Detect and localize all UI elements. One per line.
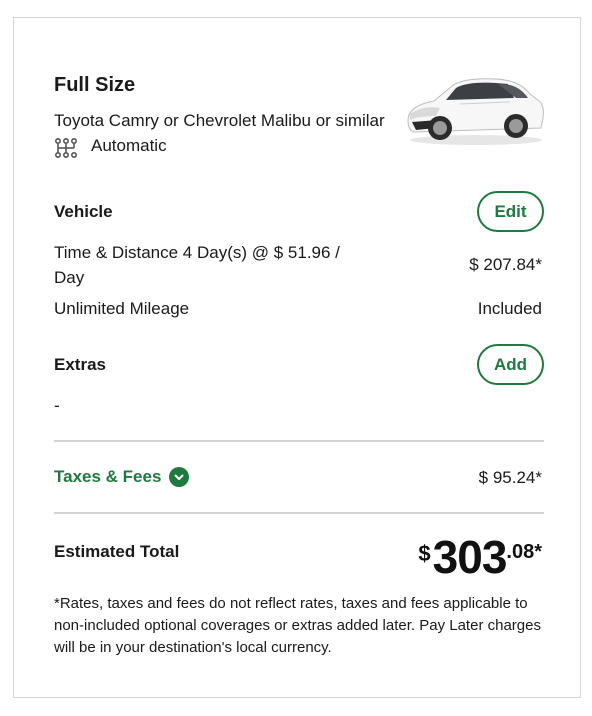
rental-summary-card: Full Size Toyota Camry or Chevrolet Mali… <box>13 17 581 698</box>
extras-section-heading: Extras <box>54 355 106 374</box>
extras-value: - <box>54 396 60 415</box>
taxes-fees-label: Taxes & Fees <box>54 467 162 486</box>
disclaimer-text: *Rates, taxes and fees do not reflect ra… <box>54 595 541 656</box>
total-whole: 303 <box>432 531 508 583</box>
unlimited-mileage-label: Unlimited Mileage <box>54 299 190 318</box>
gear-shift-icon <box>54 137 78 159</box>
taxes-fees-toggle[interactable]: Taxes & Fees <box>54 467 190 487</box>
vehicle-class-title: Full Size <box>54 74 136 96</box>
chevron-down-icon <box>169 467 190 487</box>
taxes-fees-amount: $ 95.24* <box>478 468 542 487</box>
vehicle-model: Toyota Camry or Chevrolet Malibu or simi… <box>54 111 385 130</box>
vehicle-image <box>400 70 546 148</box>
estimated-total-label: Estimated Total <box>54 542 180 561</box>
estimated-total-amount: $ 303 .08* <box>418 531 542 583</box>
edit-vehicle-button[interactable]: Edit <box>477 191 544 232</box>
vehicle-section-heading: Vehicle <box>54 202 113 221</box>
currency-symbol: $ <box>418 541 431 566</box>
divider <box>54 440 544 442</box>
total-cents: .08* <box>506 541 542 563</box>
time-distance-label: Time & Distance 4 Day(s) @ $ 51.96 / Day <box>54 243 340 287</box>
transmission-label: Automatic <box>91 136 167 155</box>
time-distance-amount: $ 207.84* <box>469 255 542 274</box>
unlimited-mileage-amount: Included <box>477 299 542 318</box>
divider <box>54 512 544 514</box>
add-extras-button[interactable]: Add <box>477 344 544 385</box>
